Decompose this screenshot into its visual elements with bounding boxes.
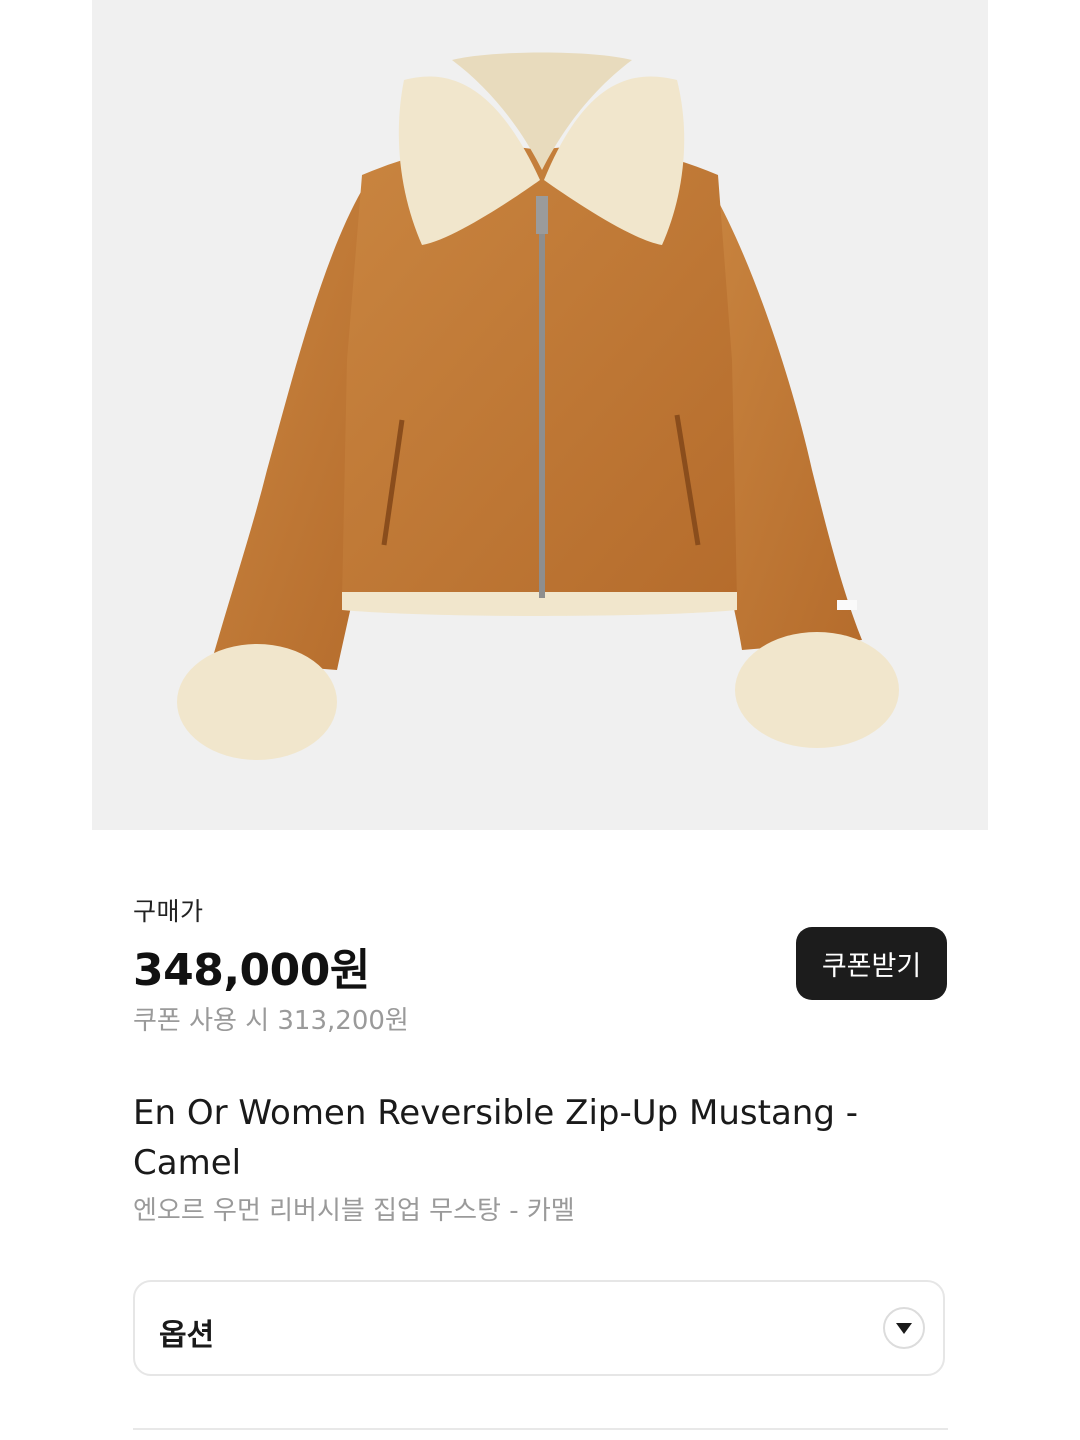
get-coupon-button[interactable]: 쿠폰받기 xyxy=(796,927,947,1000)
option-label: 옵션 xyxy=(159,1318,215,1353)
coupon-price: 쿠폰 사용 시 313,200원 xyxy=(133,1006,409,1036)
product-image[interactable] xyxy=(92,0,988,830)
price-label: 구매가 xyxy=(133,897,204,926)
product-title-en: En Or Women Reversible Zip-Up Mustang - … xyxy=(133,1093,858,1183)
product-page: 구매가 348,000원 쿠폰 사용 시 313,200원 쿠폰받기 En Or… xyxy=(0,0,1080,1440)
product-title-ko: 엔오르 우먼 리버시블 집업 무스탕 - 카멜 xyxy=(133,1196,575,1226)
section-divider xyxy=(133,1428,948,1430)
chevron-down-glyph xyxy=(896,1323,912,1334)
jacket-illustration xyxy=(177,52,899,760)
option-select[interactable]: 옵션 xyxy=(133,1280,945,1376)
chevron-down-icon[interactable] xyxy=(883,1307,925,1349)
price: 348,000원 xyxy=(133,945,370,996)
